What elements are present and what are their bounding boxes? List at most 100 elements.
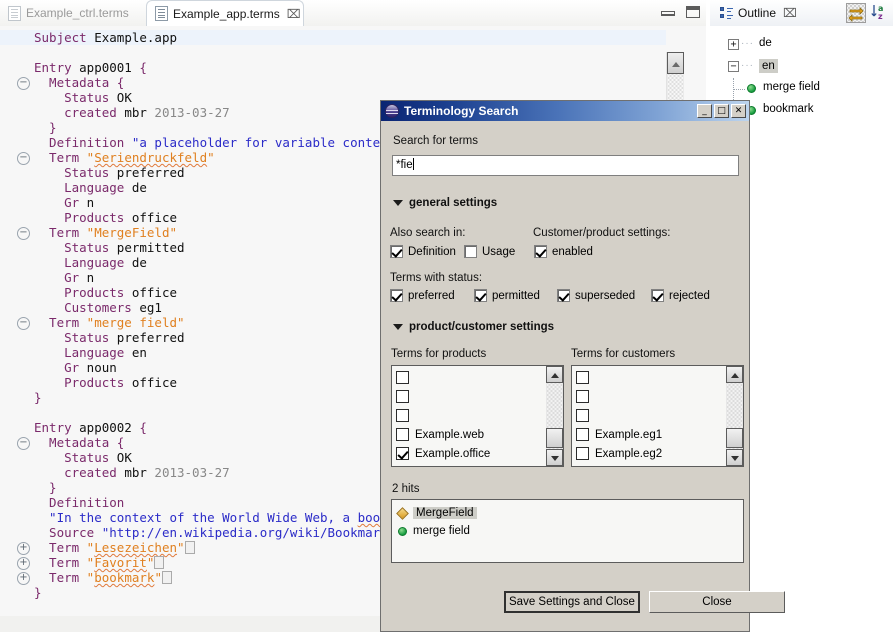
code-line: − Metadata { (0, 75, 666, 90)
outline-tree-item[interactable]: − ··· en (710, 56, 893, 78)
code-token: Entry (34, 60, 80, 75)
expand-fold-icon[interactable]: + (17, 557, 30, 570)
code-token: " (146, 555, 155, 570)
result-label: merge field (413, 525, 470, 537)
customer-item[interactable] (572, 387, 730, 406)
checkbox-definition[interactable]: Definition (390, 245, 456, 258)
maximize-icon[interactable] (686, 6, 700, 18)
customer-item[interactable] (572, 406, 730, 425)
outline-tree-item-label: bookmark (763, 103, 814, 115)
save-settings-and-close-button[interactable]: Save Settings and Close (504, 591, 640, 613)
maximize-button[interactable]: □ (714, 104, 729, 118)
checkbox-box[interactable] (474, 289, 487, 302)
checkbox-box[interactable] (534, 245, 547, 258)
result-row[interactable]: merge field (392, 522, 749, 540)
customer-item[interactable]: Example.eg1 (572, 425, 730, 444)
code-token: Language (34, 180, 125, 195)
code-token: 2013-03-27 (146, 465, 230, 480)
checkbox-preferred[interactable]: preferred (390, 289, 455, 302)
product-item[interactable] (392, 406, 550, 425)
outline-tree-item[interactable]: merge field (710, 78, 893, 100)
collapse-fold-icon[interactable]: − (17, 227, 30, 240)
checkbox-box[interactable] (576, 409, 589, 422)
code-token: Products (34, 285, 125, 300)
code-token: " (207, 150, 215, 165)
outline-tree-item-label: en (759, 59, 778, 73)
customer-item[interactable] (572, 368, 730, 387)
close-button[interactable]: ✕ (731, 104, 746, 118)
customer-item[interactable]: Example.eg2 (572, 444, 730, 463)
checkbox-box[interactable] (396, 447, 409, 460)
code-token: Definition (34, 495, 125, 510)
checkbox-box[interactable] (396, 409, 409, 422)
product-item[interactable] (392, 368, 550, 387)
customers-list[interactable]: Example.eg1 Example.eg2 (571, 365, 744, 467)
editor-tab-example-ctrl[interactable]: Example_ctrl.terms (0, 0, 153, 26)
svg-text:z: z (878, 12, 883, 21)
checkbox-usage[interactable]: Usage (464, 245, 515, 258)
product-item-label: Example.office (415, 447, 491, 460)
terms-for-customers-label: Terms for customers (571, 348, 676, 360)
checkbox-superseded[interactable]: superseded (557, 289, 635, 302)
checkbox-box[interactable] (396, 390, 409, 403)
product-item-label: Example.web (415, 428, 485, 441)
result-row[interactable]: MergeField (392, 504, 749, 522)
section-product-customer-settings[interactable]: product/customer settings (393, 321, 554, 333)
expand-fold-icon[interactable]: + (17, 542, 30, 555)
checkbox-box[interactable] (390, 289, 403, 302)
collapse-icon[interactable]: − (728, 61, 739, 72)
minimize-icon[interactable] (661, 6, 675, 16)
editor-tab-label: Example_app.terms (173, 6, 280, 21)
collapse-fold-icon[interactable]: − (17, 437, 30, 450)
close-dialog-button[interactable]: Close (649, 591, 785, 613)
product-item[interactable]: Example.web (392, 425, 550, 444)
expand-fold-icon[interactable]: + (17, 572, 30, 585)
checkbox-box[interactable] (651, 289, 664, 302)
collapse-fold-icon[interactable]: − (17, 317, 30, 330)
search-input[interactable]: *fie (392, 155, 739, 176)
checkbox-rejected[interactable]: rejected (651, 289, 710, 302)
checkbox-permitted[interactable]: permitted (474, 289, 540, 302)
outline-tab-bar: Outline ⌧ a z (710, 0, 893, 26)
checkbox-box[interactable] (576, 371, 589, 384)
customer-product-settings-label: Customer/product settings: (533, 227, 671, 239)
products-list[interactable]: Example.web Example.office (391, 365, 564, 467)
expand-icon[interactable]: + (728, 39, 739, 50)
results-list[interactable]: MergeField merge field (391, 499, 744, 563)
code-token: "MergeField" (79, 225, 177, 240)
checkbox-enabled[interactable]: enabled (534, 245, 593, 258)
close-icon[interactable]: ⌧ (783, 7, 797, 19)
code-token: Term (34, 540, 80, 555)
tree-connector: ··· (741, 38, 754, 49)
product-item[interactable]: Example.office (392, 444, 550, 463)
sort-az-icon[interactable]: a z (870, 3, 890, 23)
checkbox-box[interactable] (576, 428, 589, 441)
checkbox-box[interactable] (396, 371, 409, 384)
checkbox-box[interactable] (390, 245, 403, 258)
editor-tab-bar: Example_ctrl.terms Example_app.terms ⌧ (0, 0, 706, 26)
code-token: Definition (34, 135, 125, 150)
editor-tab-label: Example_ctrl.terms (26, 6, 129, 20)
outline-tree-item[interactable]: + ··· de (710, 34, 893, 56)
checkbox-box[interactable] (576, 447, 589, 460)
tab-outline[interactable]: Outline ⌧ (714, 0, 803, 26)
outline-tab-label: Outline (738, 6, 777, 20)
editor-scrollbar-thumb[interactable] (667, 52, 684, 74)
section-general-settings[interactable]: general settings (393, 197, 497, 209)
product-item[interactable] (392, 387, 550, 406)
collapse-fold-icon[interactable]: − (17, 77, 30, 90)
collapse-fold-icon[interactable]: − (17, 152, 30, 165)
checkbox-box[interactable] (396, 428, 409, 441)
close-icon[interactable]: ⌧ (287, 8, 301, 20)
term-status-green-icon (747, 84, 756, 93)
minimize-button[interactable]: _ (697, 104, 712, 118)
editor-tab-example-app[interactable]: Example_app.terms ⌧ (146, 0, 304, 26)
link-with-editor-icon[interactable] (846, 3, 866, 23)
checkbox-box[interactable] (557, 289, 570, 302)
code-token: " (79, 570, 95, 585)
checkbox-box[interactable] (576, 390, 589, 403)
code-token: Customers (34, 300, 132, 315)
dialog-title-bar[interactable]: Terminology Search _ □ ✕ (381, 101, 749, 121)
checkbox-box[interactable] (464, 245, 477, 258)
